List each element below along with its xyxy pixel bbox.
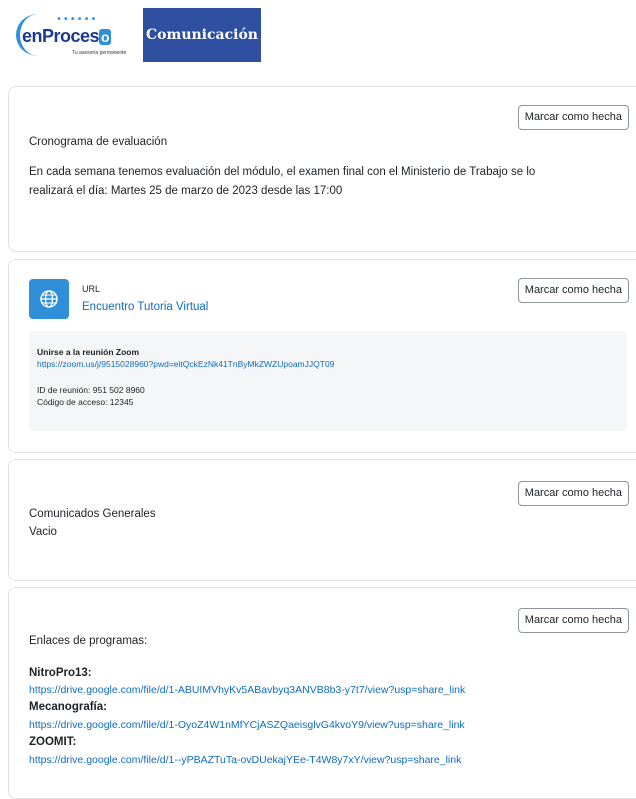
- zoom-link[interactable]: https://zoom.us/j/9515028960?pwd=eitQckE…: [37, 359, 334, 369]
- url-activity-link[interactable]: Encuentro Tutoria Virtual: [82, 301, 208, 313]
- section-banner: •••••• enProces o Tu asesoría permanente …: [14, 8, 261, 62]
- activity-title: Comunicados Generales: [29, 508, 156, 520]
- logo-text: enProces o: [22, 26, 112, 47]
- program-link[interactable]: https://drive.google.com/file/d/1-ABUIMV…: [29, 684, 465, 696]
- activity-card-comunicados: Marcar como hecha Comunicados Generales …: [8, 459, 636, 581]
- activity-type-label: URL: [82, 284, 101, 294]
- activity-card-enlaces: Marcar como hecha Enlaces de programas: …: [8, 587, 636, 799]
- program-link[interactable]: https://drive.google.com/file/d/1--yPBAZ…: [29, 754, 461, 766]
- logo-text-o: o: [99, 29, 112, 45]
- mark-done-button[interactable]: Marcar como hecha: [517, 608, 629, 633]
- section-title: Comunicación: [143, 8, 261, 62]
- program-name: Mecanografía:: [29, 701, 107, 713]
- zoom-info-box: Unirse a la reunión Zoom https://zoom.us…: [29, 331, 627, 431]
- mark-done-button[interactable]: Marcar como hecha: [517, 105, 629, 130]
- program-name: NitroPro13:: [29, 667, 92, 679]
- activity-card-url: URL Encuentro Tutoria Virtual Marcar com…: [8, 259, 636, 453]
- mark-done-button[interactable]: Marcar como hecha: [517, 278, 629, 303]
- globe-icon: [29, 279, 69, 319]
- meeting-id: ID de reunión: 951 502 8960: [37, 385, 145, 395]
- logo-text-main: enProces: [22, 26, 100, 46]
- activity-title: Enlaces de programas:: [29, 635, 148, 647]
- program-name: ZOOMIT:: [29, 736, 77, 748]
- activity-body-line: realizará el día: Martes 25 de marzo de …: [29, 185, 343, 197]
- logo-tagline: Tu asesoría permanente: [72, 50, 127, 56]
- mark-done-button[interactable]: Marcar como hecha: [517, 481, 629, 506]
- activity-card-cronograma: Marcar como hecha Cronograma de evaluaci…: [8, 86, 636, 252]
- zoom-heading: Unirse a la reunión Zoom: [37, 347, 140, 357]
- access-code: Código de acceso: 12345: [37, 397, 134, 407]
- activity-body: Vacio: [29, 526, 57, 538]
- enproceso-logo: •••••• enProces o Tu asesoría permanente: [14, 8, 143, 62]
- activity-body-line: En cada semana tenemos evaluación del mó…: [29, 166, 536, 178]
- activity-title: Cronograma de evaluación: [29, 136, 168, 148]
- logo-dots-shape: ••••••: [56, 14, 98, 25]
- program-link[interactable]: https://drive.google.com/file/d/1-OyoZ4W…: [29, 719, 465, 731]
